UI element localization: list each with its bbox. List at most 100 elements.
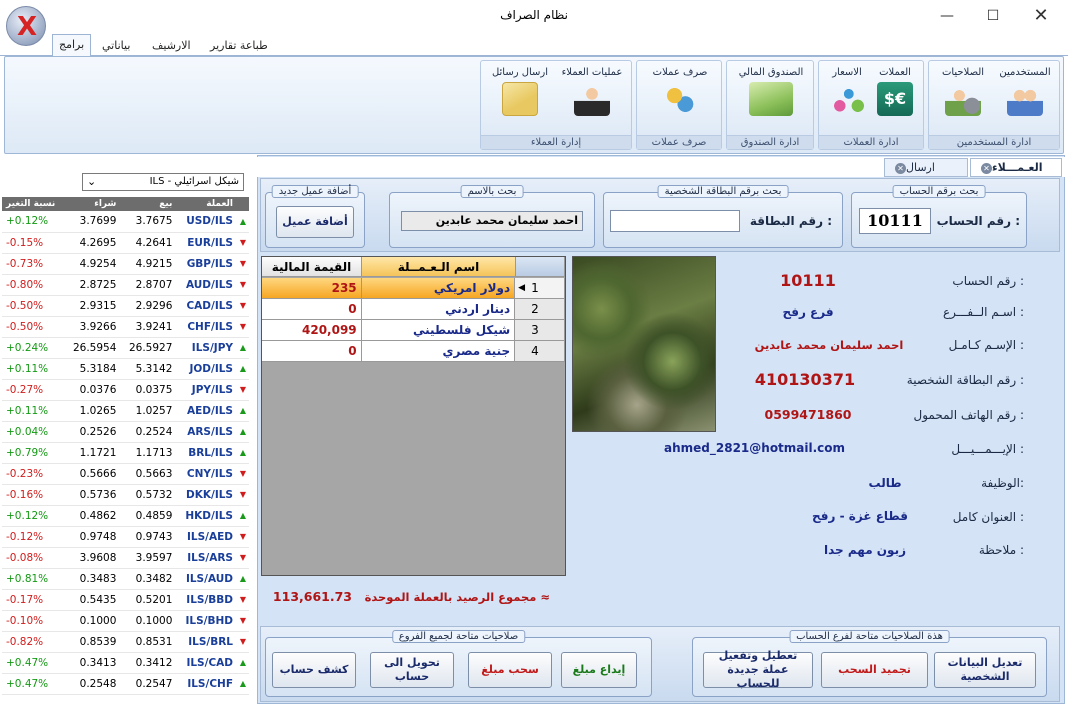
balance-row[interactable]: 4 جنية مصري 0 [262,341,565,362]
buy-cell: 2.8725 [64,274,121,296]
detail-address-value: قطاع غزة - رفح [812,509,908,523]
pair-cell: JPY/ILS [176,379,237,401]
pair-cell: ILS/BRL [176,631,237,653]
id-card-search-input[interactable] [610,210,740,232]
currency-row[interactable]: +0.04% 0.2526 0.2524 ARS/ILS ▲ [2,421,249,443]
currency-row[interactable]: -0.82% 0.8539 0.8531 ILS/BRL ▼ [2,631,249,653]
amount-cell: 235 [262,278,362,299]
row-pointer-icon: ◀ [518,283,526,293]
pair-cell: ILS/JPY [176,337,237,359]
group-customers: عمليات العملاء ارسال رسائل إدارة العملاء [480,60,632,150]
deposit-button[interactable]: إيداع مبلغ [561,652,637,688]
balance-row[interactable]: ◀ 1 دولار امريكي 235 [262,278,565,299]
tab-send-messages[interactable]: ✕ارسال رسائل [884,158,968,192]
close-tab-icon[interactable]: ✕ [981,163,992,174]
sell-cell: 26.5927 [120,337,177,359]
exchange-button[interactable]: صرف عملات [641,67,719,116]
currency-row[interactable]: +0.47% 0.3413 0.3412 ILS/CAD ▲ [2,652,249,674]
detail-fullname-label: الإسـم كـامـل : [948,338,1024,352]
cashbox-label: الصندوق المالي [738,67,804,78]
balance-row[interactable]: 3 شيكل فلسطيني 420,099 [262,320,565,341]
change-cell: -0.10% [2,610,65,632]
change-cell: -0.16% [2,484,65,506]
currency-row[interactable]: +0.11% 5.3184 5.3142 JOD/ILS ▲ [2,358,249,380]
pair-cell: AUD/ILS [176,274,237,296]
all-branches-caption: صلاحيات متاحة لجميع الفروع [391,630,526,643]
currency-row[interactable]: -0.50% 2.9315 2.9296 CAD/ILS ▼ [2,295,249,317]
currency-row[interactable]: +0.12% 3.7699 3.7675 USD/ILS ▲ [2,211,249,233]
customer-photo [572,256,716,432]
account-search-input[interactable]: 10111 [859,208,931,234]
currency-row[interactable]: +0.24% 26.5954 26.5927 ILS/JPY ▲ [2,337,249,359]
tab-my-data[interactable]: بياناتي [96,36,136,56]
balance-row[interactable]: 2 دينار اردني 0 [262,299,565,320]
name-search-input[interactable]: احمد سليمان محمد عابدين [401,211,583,231]
base-currency-select[interactable]: ILS - شيكل اسرائيلي ⌄ [82,173,244,191]
users-button[interactable]: المستخدمين [995,67,1055,116]
currency-row[interactable]: +0.47% 0.2548 0.2547 ILS/CHF ▲ [2,673,249,695]
close-tab-icon[interactable]: ✕ [895,163,906,174]
currency-row[interactable]: +0.12% 0.4862 0.4859 HKD/ILS ▲ [2,505,249,527]
pair-cell: BRL/ILS [176,442,237,464]
pair-cell: ILS/BHD [176,610,237,632]
change-cell: -0.73% [2,253,65,275]
toggle-currency-button[interactable]: تعطيل وتفعيل عملة جديدة للحساب [703,649,813,690]
tab-print-reports[interactable]: طباعة تقارير [204,36,274,56]
prices-network-icon [829,82,865,116]
currency-row[interactable]: -0.23% 0.5666 0.5663 CNY/ILS ▼ [2,463,249,485]
currencies-button[interactable]: العملات $€ [870,67,920,116]
pair-cell: CAD/ILS [176,295,237,317]
freeze-withdrawal-button[interactable]: تجميد السحب [821,652,928,688]
prices-button[interactable]: الاسعار [822,67,872,116]
businessman-icon [574,82,610,116]
currency-row[interactable]: +0.81% 0.3483 0.3482 ILS/AUD ▲ [2,568,249,590]
withdraw-button[interactable]: سحب مبلغ [468,652,552,688]
currency-row[interactable]: -0.08% 3.9608 3.9597 ILS/ARS ▼ [2,547,249,569]
currency-row[interactable]: -0.27% 0.0376 0.0375 JPY/ILS ▼ [2,379,249,401]
currency-row[interactable]: -0.73% 4.9254 4.9215 GBP/ILS ▼ [2,253,249,275]
currency-row[interactable]: -0.50% 3.9266 3.9241 CHF/ILS ▼ [2,316,249,338]
change-cell: -0.80% [2,274,65,296]
customer-operations-label: عمليات العملاء [561,67,623,78]
currency-row[interactable]: +0.79% 1.1721 1.1713 BRL/ILS ▲ [2,442,249,464]
edit-personal-data-button[interactable]: تعديل البيانات الشخصية [934,652,1036,688]
tab-archive[interactable]: الارشيف [146,36,197,56]
currency-row[interactable]: -0.10% 0.1000 0.1000 ILS/BHD ▼ [2,610,249,632]
app-logo[interactable]: X [6,6,46,46]
currency-row[interactable]: -0.16% 0.5736 0.5732 DKK/ILS ▼ [2,484,249,506]
add-customer-button[interactable]: أضافة عميل [276,206,354,238]
currency-name-cell: جنية مصري [361,341,516,362]
sell-cell: 0.2547 [120,673,177,695]
transfer-button[interactable]: تحويل الى حساب [370,652,454,688]
col-arrow [237,197,249,211]
account-statement-button[interactable]: كشف حساب [272,652,356,688]
buy-cell: 1.1721 [64,442,121,464]
customer-operations-button[interactable]: عمليات العملاء [557,67,627,116]
arrow-down-icon: ▼ [237,610,249,632]
currencies-label: العملات [879,67,911,78]
buy-cell: 4.2695 [64,232,121,254]
change-cell: +0.24% [2,337,65,359]
currency-row[interactable]: -0.80% 2.8725 2.8707 AUD/ILS ▼ [2,274,249,296]
pair-cell: ILS/CAD [176,652,237,674]
group-customers-label: إدارة العملاء [481,135,631,149]
minimize-icon[interactable]: — [924,0,970,32]
change-cell: -0.27% [2,379,65,401]
buy-cell: 0.0376 [64,379,121,401]
sell-cell: 0.0375 [120,379,177,401]
cashbox-button[interactable]: الصندوق المالي [731,67,811,116]
close-icon[interactable]: ✕ [1018,0,1064,32]
currency-row[interactable]: -0.12% 0.9748 0.9743 ILS/AED ▼ [2,526,249,548]
search-id-caption: بحث برقم البطاقة الشخصية [657,185,789,198]
currency-row[interactable]: -0.15% 4.2695 4.2641 EUR/ILS ▼ [2,232,249,254]
sell-cell: 3.7675 [120,211,177,233]
maximize-icon[interactable]: ☐ [970,0,1016,32]
currency-row[interactable]: +0.11% 1.0265 1.0257 AED/ILS ▲ [2,400,249,422]
currency-row[interactable]: -0.17% 0.5435 0.5201 ILS/BBD ▼ [2,589,249,611]
tab-customers[interactable]: ✕ العـمـــلاء [970,158,1062,177]
permissions-button[interactable]: الصلاحيات [933,67,993,116]
tab-programs[interactable]: برامج [52,34,92,57]
change-cell: -0.23% [2,463,65,485]
send-messages-button[interactable]: ارسال رسائل [485,67,555,116]
row-number: 1 [531,281,539,295]
